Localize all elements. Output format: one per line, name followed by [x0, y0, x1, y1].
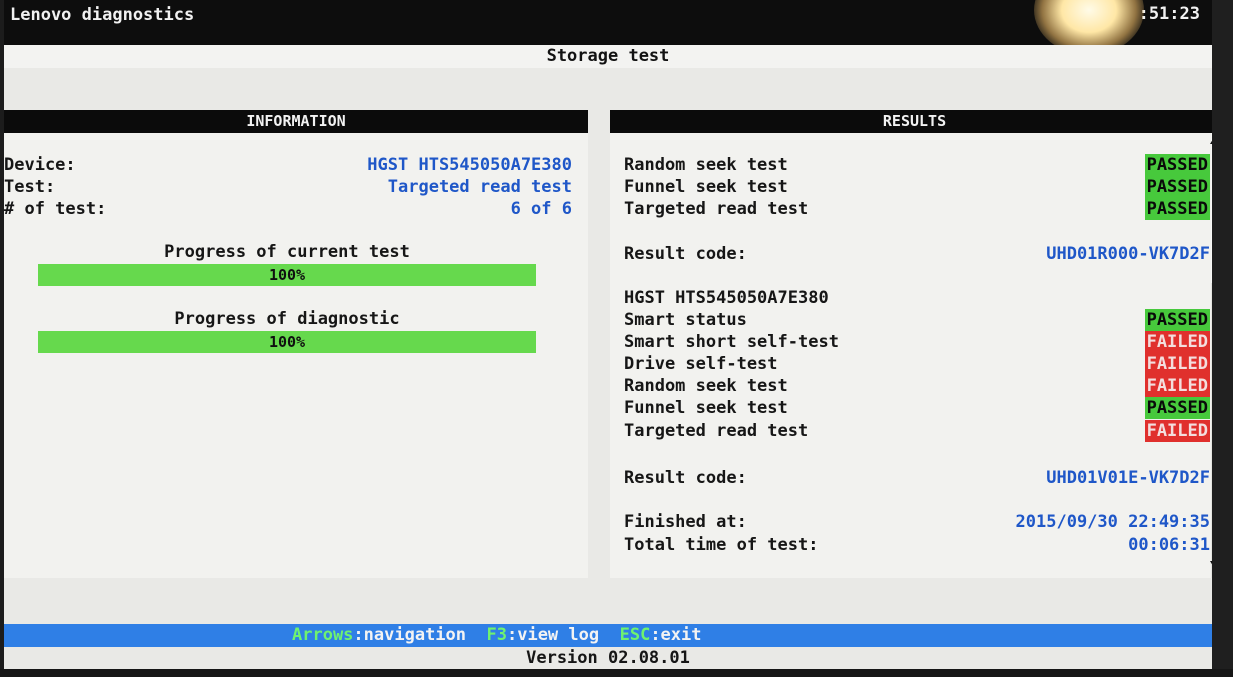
info-label: Device: [4, 155, 76, 175]
info-row-device: Device: HGST HTS545050A7E380 [4, 154, 572, 176]
info-row-test: Test: Targeted read test [4, 176, 572, 198]
status-badge: PASSED [1144, 176, 1210, 198]
result-label: Drive self-test [624, 354, 778, 374]
result-label: Random seek test [624, 376, 788, 396]
result-code-value: UHD01V01E-VK7D2F [1046, 468, 1210, 488]
f3-key[interactable]: F3 [487, 625, 507, 645]
result-code-value: UHD01R000-VK7D2F [1046, 244, 1210, 264]
progress-current-label: Progress of current test [164, 242, 410, 262]
progress-diagnostic-bar: 100% [38, 331, 536, 353]
status-badge: FAILED [1144, 353, 1210, 375]
info-label: # of test: [4, 199, 107, 219]
progress-diagnostic-text: 100% [268, 333, 306, 351]
result-label: Random seek test [624, 155, 788, 175]
status-badge: PASSED [1144, 198, 1210, 220]
results-panel: RESULTS Random seek test PASSED Funnel s… [610, 110, 1212, 578]
status-badge: PASSED [1144, 309, 1210, 331]
screen-bezel [1212, 0, 1233, 677]
result-code-label: Result code: [624, 244, 747, 264]
esc-key[interactable]: ESC [620, 625, 651, 645]
result-code-label: Result code: [624, 468, 747, 488]
footer-key-bar: Arrows:navigation F3:view log ESC:exit [4, 624, 1212, 647]
arrows-key[interactable]: Arrows [292, 625, 353, 645]
status-badge: PASSED [1144, 154, 1210, 176]
result-label: Smart status [624, 310, 747, 330]
progress-current-bar: 100% [38, 264, 536, 286]
info-value: 6 of 6 [510, 199, 572, 219]
device-name: HGST HTS545050A7E380 [624, 288, 829, 308]
status-badge: FAILED [1144, 375, 1210, 397]
result-label: Smart short self-test [624, 332, 839, 352]
total-time-label: Total time of test: [624, 535, 819, 555]
f3-action: :view log [506, 625, 600, 645]
result-label: Targeted read test [624, 421, 809, 441]
info-row-test-count: # of test: 6 of 6 [4, 198, 572, 220]
information-header: INFORMATION [4, 110, 588, 133]
info-label: Test: [4, 177, 56, 197]
status-badge: FAILED [1144, 331, 1210, 353]
progress-current-text: 100% [268, 266, 306, 284]
app-title: Lenovo diagnostics [10, 5, 195, 25]
information-panel: INFORMATION Device: HGST HTS545050A7E380… [4, 110, 588, 578]
result-label: Funnel seek test [624, 177, 788, 197]
top-bar: Lenovo diagnostics :51:23 [4, 0, 1212, 55]
status-badge: FAILED [1144, 420, 1210, 442]
arrows-action: :navigation [353, 625, 467, 645]
result-label: Funnel seek test [624, 398, 788, 418]
finished-value: 2015/09/30 22:49:35 [1015, 512, 1210, 532]
version-label: Version 02.08.01 [526, 648, 690, 668]
finished-label: Finished at: [624, 512, 747, 532]
screen-title: Storage test [4, 45, 1212, 68]
screen-bezel-bottom [0, 669, 1233, 677]
progress-diagnostic-label: Progress of diagnostic [174, 309, 400, 329]
status-badge: PASSED [1144, 397, 1210, 419]
total-time-value: 00:06:31 [1128, 535, 1210, 555]
esc-action: :exit [650, 625, 702, 645]
info-value: HGST HTS545050A7E380 [367, 155, 572, 175]
diagnostics-screen: Lenovo diagnostics :51:23 Storage test I… [4, 0, 1212, 677]
results-header: RESULTS [610, 110, 1212, 133]
footer-keys: Arrows:navigation F3:view log ESC:exit [292, 624, 702, 647]
result-label: Targeted read test [624, 199, 809, 219]
clock: :51:23 [1138, 4, 1200, 24]
info-value: Targeted read test [387, 177, 572, 197]
